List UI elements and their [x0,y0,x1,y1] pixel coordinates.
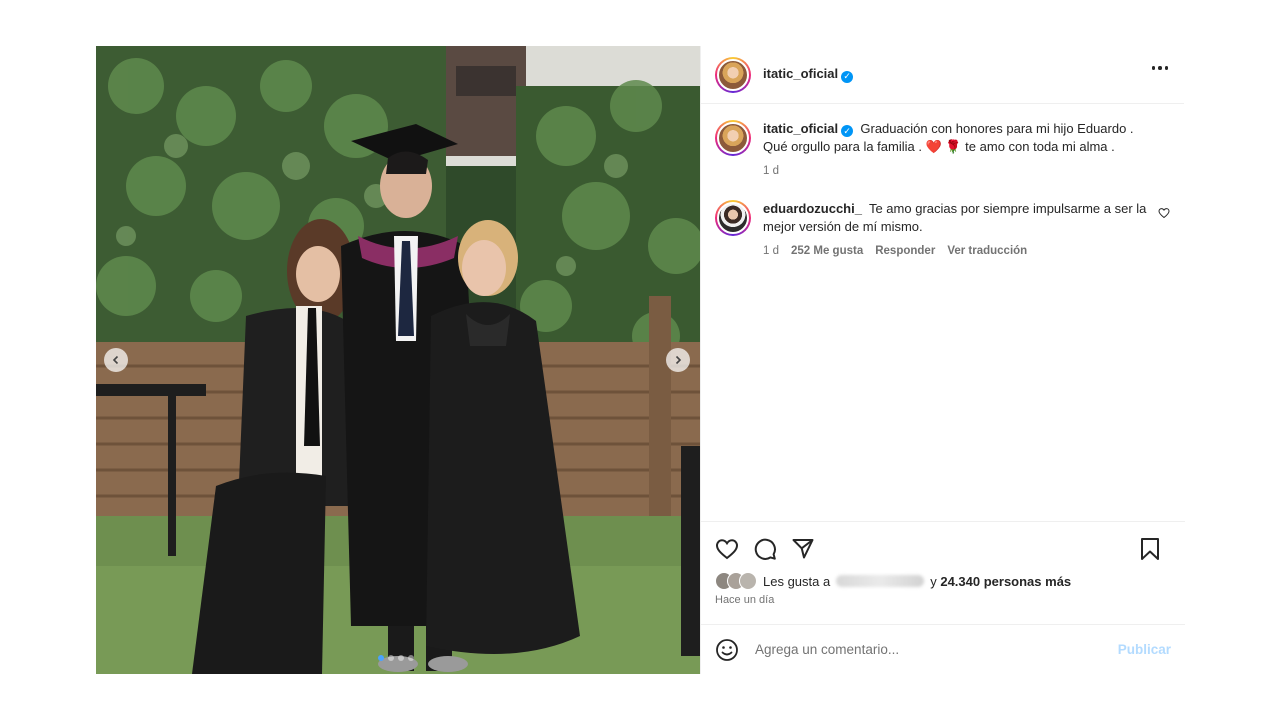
chevron-right-icon [675,355,682,365]
previous-slide-button[interactable] [104,348,128,372]
comment-body: eduardozucchi_ Te amo gracias por siempr… [763,200,1149,260]
liker-avatars [715,572,757,590]
comment-input[interactable] [755,642,1105,657]
publish-button[interactable]: Publicar [1118,642,1171,657]
author-username-text: itatic_oficial [763,66,839,82]
heart-outline-icon [715,539,739,560]
caption-body: itatic_oficial ✓ Graduación con honores p… [763,120,1153,180]
slide-dot [378,655,384,661]
emoji-icon[interactable] [715,638,739,662]
heart-outline-icon [1158,208,1170,219]
bookmark-icon [1141,538,1159,560]
liker-username-blurred [836,575,925,587]
translate-button[interactable]: Ver traducción [947,242,1027,260]
caption-avatar[interactable] [715,120,751,156]
more-options-button[interactable] [1151,66,1168,70]
paper-plane-icon [792,539,814,559]
slide-dot [408,655,414,661]
post-header: itatic_oficial ✓ [701,46,1184,104]
verified-badge-icon: ✓ [841,125,854,137]
verified-badge-icon: ✓ [841,70,854,83]
likes-connector: y [930,573,937,589]
caption-time[interactable]: 1 d [763,162,779,180]
reply-button[interactable]: Responder [875,242,935,260]
post-photo[interactable] [96,46,700,674]
next-slide-button[interactable] [666,348,690,372]
slide-dot [398,655,404,661]
share-button[interactable] [791,537,815,561]
post-time[interactable]: Hace un día [715,594,1171,606]
post-side-panel: itatic_oficial ✓ itatic_oficial ✓ Graduaci… [700,46,1185,674]
action-icons [715,536,1171,562]
more-options-icon [1151,66,1155,70]
comment-like-button[interactable] [1158,206,1170,224]
comment-item: eduardozucchi_ Te amo gracias por siempr… [715,200,1170,260]
author-username[interactable]: itatic_oficial ✓ [763,66,854,83]
likes-prefix: Les gusta a [763,573,831,589]
commenter-avatar[interactable] [715,200,751,236]
caption: itatic_oficial ✓ Graduación con honores p… [715,120,1170,180]
comment-bubble-icon [754,538,776,560]
comment-likes[interactable]: 252 Me gusta [791,242,863,260]
author-avatar[interactable] [715,56,751,93]
caption-username[interactable]: itatic_oficial [763,121,838,136]
likes-count[interactable]: 24.340 personas más [940,574,1071,589]
commenter-username[interactable]: eduardozucchi_ [763,201,862,216]
slide-indicator [378,655,414,661]
save-button[interactable] [1139,537,1161,566]
graduation-photo [96,46,700,674]
post-actions: Les gusta a y 24.340 personas más Hace u… [701,521,1185,606]
comment-button[interactable] [753,537,777,561]
like-button[interactable] [715,537,739,561]
likes-summary[interactable]: Les gusta a y 24.340 personas más [715,572,1171,590]
add-comment-bar: Publicar [701,624,1185,674]
comment-time[interactable]: 1 d [763,242,779,260]
chevron-left-icon [112,355,119,365]
comments-list: itatic_oficial ✓ Graduación con honores p… [701,104,1184,260]
slide-dot [388,655,394,661]
